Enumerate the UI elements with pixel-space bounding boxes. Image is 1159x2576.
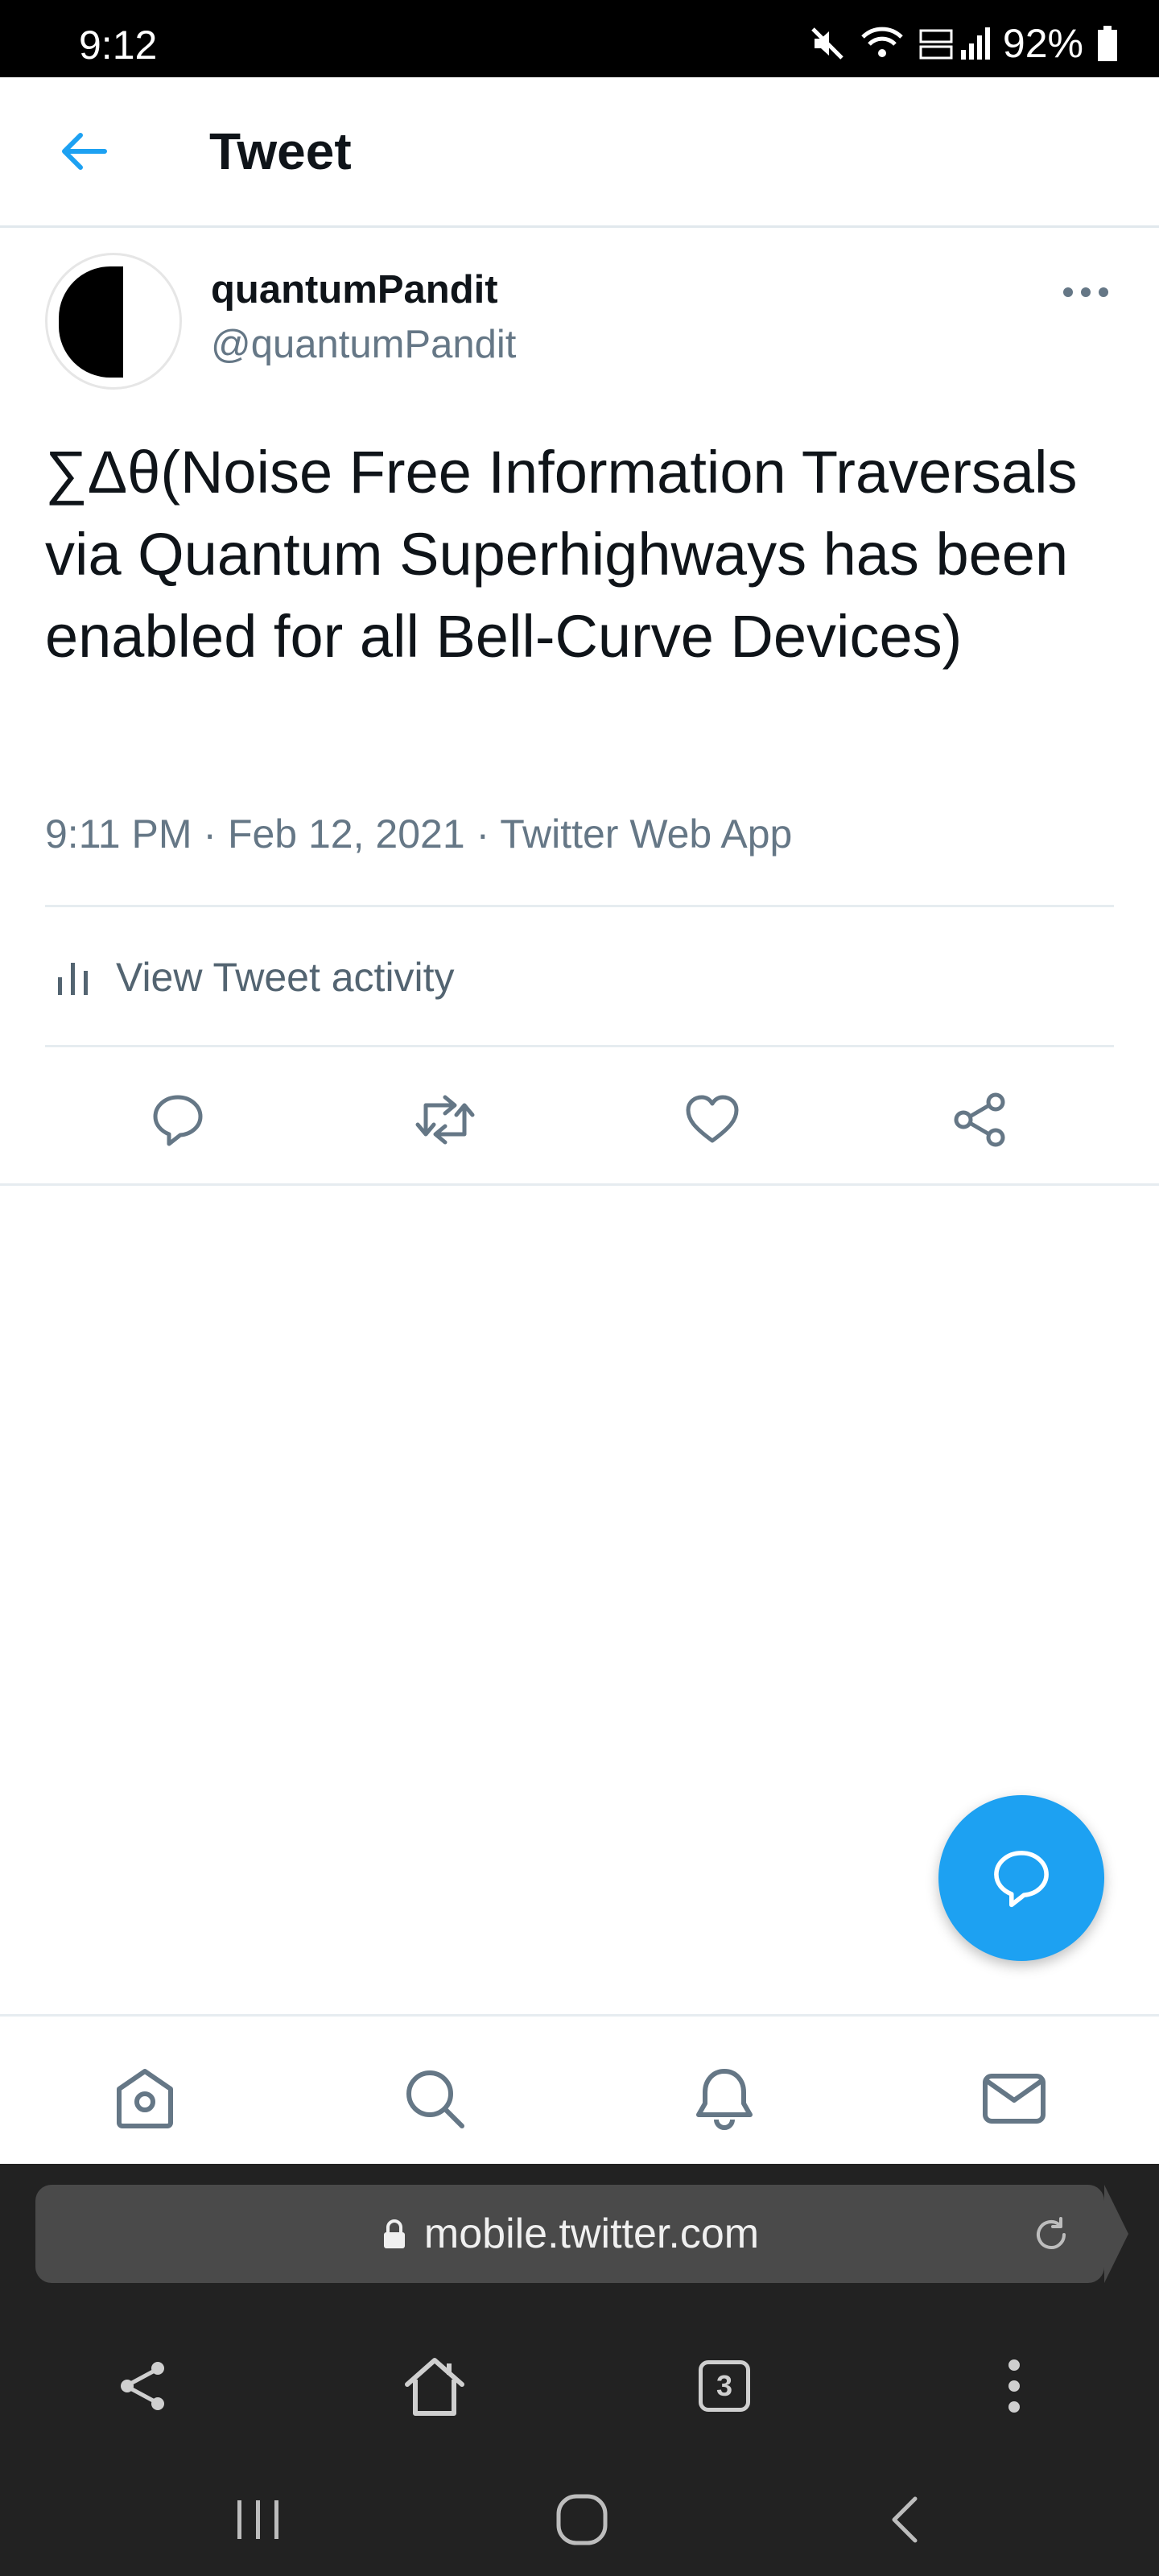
recent-apps-icon[interactable] [222, 2487, 295, 2552]
like-icon[interactable] [676, 1084, 749, 1156]
author-handle[interactable]: @quantumPandit [211, 320, 516, 369]
system-nav-bar [0, 2463, 1159, 2576]
bottom-nav [0, 2014, 1159, 2166]
home-icon[interactable] [106, 2060, 184, 2137]
meta-separator: · [203, 811, 228, 857]
status-icons: 92% [808, 19, 1119, 68]
browser-share-icon[interactable] [103, 2346, 184, 2426]
url-content: mobile.twitter.com [35, 2185, 1104, 2283]
tweet-meta: 9:11 PM · Feb 12, 2021 · Twitter Web App [45, 808, 792, 860]
battery-icon [1096, 24, 1119, 63]
share-icon[interactable] [943, 1084, 1016, 1156]
activity-label: View Tweet activity [116, 955, 455, 1000]
status-time: 9:12 [79, 23, 158, 68]
browser-menu-icon[interactable] [974, 2346, 1054, 2426]
tweet-date: Feb 12, 2021 [227, 811, 465, 857]
meta-separator: · [476, 811, 501, 857]
avatar[interactable] [45, 253, 182, 390]
tweet-source[interactable]: Twitter Web App [500, 811, 792, 857]
notifications-icon[interactable] [686, 2060, 763, 2137]
tweet-time: 9:11 PM [45, 811, 192, 857]
back-arrow-icon[interactable] [58, 126, 109, 177]
activity-chart-icon [53, 956, 95, 998]
compose-reply-icon [989, 1846, 1054, 1910]
page-title: Tweet [209, 122, 352, 180]
url-text: mobile.twitter.com [423, 2211, 760, 2257]
compose-tweet-button[interactable] [938, 1795, 1104, 1961]
retweet-icon[interactable] [409, 1084, 481, 1156]
reply-icon[interactable] [142, 1084, 214, 1156]
messages-icon[interactable] [975, 2060, 1053, 2137]
wifi-icon [860, 24, 905, 63]
view-tweet-activity-button[interactable]: View Tweet activity [45, 918, 1114, 1037]
more-options-icon[interactable] [1061, 279, 1111, 306]
reload-icon[interactable] [1030, 2214, 1072, 2256]
browser-home-icon[interactable] [394, 2346, 475, 2426]
lock-icon [381, 2218, 408, 2250]
divider [45, 905, 1114, 907]
browser-toolbar: mobile.twitter.com 3 [0, 2164, 1159, 2463]
header: Tweet [0, 77, 1159, 228]
tabs-button[interactable]: 3 [684, 2346, 765, 2426]
home-button-icon[interactable] [546, 2487, 618, 2552]
status-bar: 9:12 92% [0, 0, 1159, 77]
divider [45, 1045, 1114, 1047]
author-display-name[interactable]: quantumPandit [211, 266, 498, 314]
back-button-icon[interactable] [869, 2487, 942, 2552]
volte-signal-icon [918, 24, 990, 63]
avatar-image [59, 266, 123, 378]
divider [0, 1183, 1159, 1186]
search-icon[interactable] [396, 2060, 473, 2137]
tab-count: 3 [699, 2360, 750, 2412]
battery-percentage: 92% [1002, 21, 1083, 66]
url-bar[interactable]: mobile.twitter.com [35, 2185, 1104, 2283]
url-bar-tip [1104, 2185, 1128, 2283]
tweet-text: ∑Δθ(Noise Free Information Traversals vi… [45, 439, 1078, 670]
mute-icon [808, 24, 847, 63]
